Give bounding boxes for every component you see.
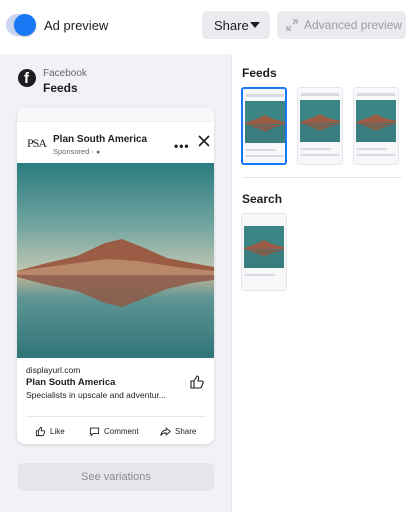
like-icon: [35, 426, 46, 437]
facebook-icon: f: [18, 69, 36, 87]
thumbnail-text-line: [245, 274, 275, 276]
action-divider: [26, 416, 206, 417]
placement-thumbnail[interactable]: [297, 87, 343, 165]
top-toolbar: Ad preview Share Advanced preview: [0, 0, 411, 54]
thumbnail-text-line: [357, 148, 387, 150]
thumbnail-header: [357, 93, 395, 96]
phone-status-bar: [17, 108, 214, 122]
thumbs-up-icon[interactable]: [189, 374, 205, 390]
share-button-label: Share: [214, 17, 249, 33]
toggle-knob[interactable]: [14, 14, 36, 36]
ad-headline: Plan South America: [26, 377, 116, 388]
placement-name: Feeds: [43, 81, 78, 95]
display-url: displayurl.com: [26, 365, 81, 375]
share-label: Share: [175, 427, 197, 436]
share-icon: [160, 427, 171, 436]
sponsored-text: Sponsored ·: [53, 147, 96, 156]
thumbnail-image: [356, 100, 396, 142]
placement-thumbnail[interactable]: [241, 87, 287, 165]
ad-preview-toggle[interactable]: [6, 14, 36, 36]
placement-thumbnail[interactable]: [241, 213, 287, 291]
advanced-preview-label: Advanced preview: [304, 18, 403, 32]
thumbnail-text-line: [301, 148, 331, 150]
thumbnail-image: [245, 101, 285, 143]
thumbnail-text-line: [301, 154, 339, 156]
close-icon[interactable]: [197, 134, 211, 148]
expand-icon: [286, 19, 298, 31]
comment-action[interactable]: Comment: [89, 426, 139, 437]
sponsored-label: Sponsored · ●: [53, 147, 100, 156]
advanced-preview-button[interactable]: Advanced preview: [277, 11, 406, 39]
thumbnail-text-line: [246, 155, 284, 157]
advertiser-logo: PSA: [27, 136, 47, 150]
thumbnail-text-line: [357, 154, 395, 156]
thumbnail-text-line: [246, 149, 276, 151]
feeds-section-title: Feeds: [242, 66, 277, 80]
see-variations-button[interactable]: See variations: [18, 463, 214, 491]
share-button[interactable]: Share: [202, 11, 270, 39]
share-action[interactable]: Share: [160, 426, 196, 437]
placements-panel: Feeds Search: [231, 54, 411, 512]
ad-image: [17, 163, 214, 358]
chevron-down-icon: [250, 22, 260, 28]
thumbnail-header: [301, 93, 339, 96]
search-section-title: Search: [242, 192, 283, 206]
ad-preview-label: Ad preview: [44, 18, 109, 33]
more-options-icon[interactable]: •••: [174, 139, 190, 153]
comment-label: Comment: [104, 427, 139, 436]
thumbnail-image: [244, 226, 284, 268]
preview-panel: f Facebook Feeds PSA Plan South America …: [0, 54, 231, 512]
advertiser-name: Plan South America: [53, 134, 148, 145]
ad-preview-card: PSA Plan South America Sponsored · ● •••: [17, 108, 214, 444]
placement-thumbnail[interactable]: [353, 87, 399, 165]
ad-description: Specialists in upscale and adventur...: [26, 390, 166, 400]
like-action[interactable]: Like: [35, 426, 65, 437]
globe-icon: ●: [95, 149, 101, 156]
comment-icon: [89, 427, 100, 437]
like-label: Like: [50, 427, 65, 436]
thumbnail-header: [246, 94, 284, 97]
platform-name: Facebook: [43, 68, 87, 79]
section-divider: [242, 177, 402, 178]
thumbnail-image: [300, 100, 340, 142]
